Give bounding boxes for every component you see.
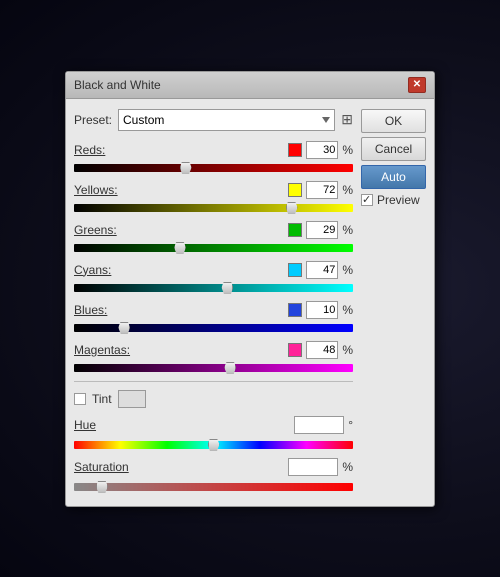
saturation-slider-container[interactable] xyxy=(74,480,353,494)
cyans-slider-container[interactable] xyxy=(74,281,353,295)
dialog-window: Black and White ✕ Preset: Custom ⊞ Reds: xyxy=(65,71,435,507)
reds-value-input[interactable] xyxy=(306,141,338,159)
slider-row-cyans: Cyans: % xyxy=(74,261,353,295)
hue-label: Hue xyxy=(74,418,144,432)
slider-label-row-blues: Blues: % xyxy=(74,301,353,319)
reds-thumb[interactable] xyxy=(180,162,192,174)
hue-input[interactable] xyxy=(294,416,344,434)
preset-select[interactable]: Custom xyxy=(118,109,335,131)
magentas-swatch xyxy=(288,343,302,357)
yellows-swatch xyxy=(288,183,302,197)
cyans-label[interactable]: Cyans: xyxy=(74,263,144,277)
magentas-label[interactable]: Magentas: xyxy=(74,343,144,357)
slider-label-row-magentas: Magentas: % xyxy=(74,341,353,359)
auto-button[interactable]: Auto xyxy=(361,165,426,189)
divider xyxy=(74,381,353,382)
greens-slider-container[interactable] xyxy=(74,241,353,255)
saturation-thumb[interactable] xyxy=(96,481,108,493)
main-content: Preset: Custom ⊞ Reds: % xyxy=(74,109,353,496)
magentas-percent: % xyxy=(342,343,353,357)
greens-thumb[interactable] xyxy=(174,242,186,254)
hue-unit: ° xyxy=(348,418,353,432)
blues-thumb[interactable] xyxy=(118,322,130,334)
blues-slider-container[interactable] xyxy=(74,321,353,335)
slider-label-row-greens: Greens: % xyxy=(74,221,353,239)
blues-swatch xyxy=(288,303,302,317)
cyans-thumb[interactable] xyxy=(221,282,233,294)
greens-swatch xyxy=(288,223,302,237)
blues-track xyxy=(74,324,353,332)
preset-settings-icon[interactable]: ⊞ xyxy=(341,111,353,128)
cyans-track xyxy=(74,284,353,292)
tint-checkbox[interactable] xyxy=(74,393,86,405)
blues-value-input[interactable] xyxy=(306,301,338,319)
cyans-value-input[interactable] xyxy=(306,261,338,279)
greens-track xyxy=(74,244,353,252)
tint-row: Tint xyxy=(74,390,353,408)
greens-percent: % xyxy=(342,223,353,237)
slider-label-row-yellows: Yellows: % xyxy=(74,181,353,199)
hue-thumb[interactable] xyxy=(208,439,220,451)
magentas-track xyxy=(74,364,353,372)
dialog-body: Preset: Custom ⊞ Reds: % xyxy=(66,99,434,506)
yellows-value-input[interactable] xyxy=(306,181,338,199)
magentas-thumb[interactable] xyxy=(224,362,236,374)
magentas-slider-container[interactable] xyxy=(74,361,353,375)
yellows-percent: % xyxy=(342,183,353,197)
slider-row-greens: Greens: % xyxy=(74,221,353,255)
saturation-track xyxy=(74,483,353,491)
slider-label-row-cyans: Cyans: % xyxy=(74,261,353,279)
tint-label: Tint xyxy=(92,392,112,406)
greens-value-input[interactable] xyxy=(306,221,338,239)
preview-checkbox[interactable] xyxy=(361,194,373,206)
yellows-track xyxy=(74,204,353,212)
blues-percent: % xyxy=(342,303,353,317)
reds-swatch xyxy=(288,143,302,157)
preset-label: Preset: xyxy=(74,113,112,127)
magentas-value-input[interactable] xyxy=(306,341,338,359)
yellows-thumb[interactable] xyxy=(286,202,298,214)
hue-slider-container[interactable] xyxy=(74,438,353,452)
cancel-button[interactable]: Cancel xyxy=(361,137,426,161)
yellows-slider-container[interactable] xyxy=(74,201,353,215)
preview-label: Preview xyxy=(377,193,420,207)
slider-row-magentas: Magentas: % xyxy=(74,341,353,375)
saturation-label: Saturation xyxy=(74,460,144,474)
reds-slider-container[interactable] xyxy=(74,161,353,175)
reds-track xyxy=(74,164,353,172)
cyans-swatch xyxy=(288,263,302,277)
hue-row: Hue ° xyxy=(74,416,353,434)
dialog-title: Black and White xyxy=(74,78,161,92)
saturation-row: Saturation % xyxy=(74,458,353,476)
slider-row-blues: Blues: % xyxy=(74,301,353,335)
yellows-label[interactable]: Yellows: xyxy=(74,183,144,197)
ok-button[interactable]: OK xyxy=(361,109,426,133)
slider-row-yellows: Yellows: % xyxy=(74,181,353,215)
greens-label[interactable]: Greens: xyxy=(74,223,144,237)
saturation-unit: % xyxy=(342,460,353,474)
tint-color-swatch[interactable] xyxy=(118,390,146,408)
blues-label[interactable]: Blues: xyxy=(74,303,144,317)
slider-label-row-reds: Reds: % xyxy=(74,141,353,159)
preview-row: Preview xyxy=(361,193,426,207)
reds-percent: % xyxy=(342,143,353,157)
title-bar: Black and White ✕ xyxy=(66,72,434,99)
preset-row: Preset: Custom ⊞ xyxy=(74,109,353,131)
reds-label[interactable]: Reds: xyxy=(74,143,144,157)
cyans-percent: % xyxy=(342,263,353,277)
close-button[interactable]: ✕ xyxy=(408,77,426,93)
saturation-input[interactable] xyxy=(288,458,338,476)
side-buttons: OK Cancel Auto Preview xyxy=(361,109,426,496)
slider-row-reds: Reds: % xyxy=(74,141,353,175)
